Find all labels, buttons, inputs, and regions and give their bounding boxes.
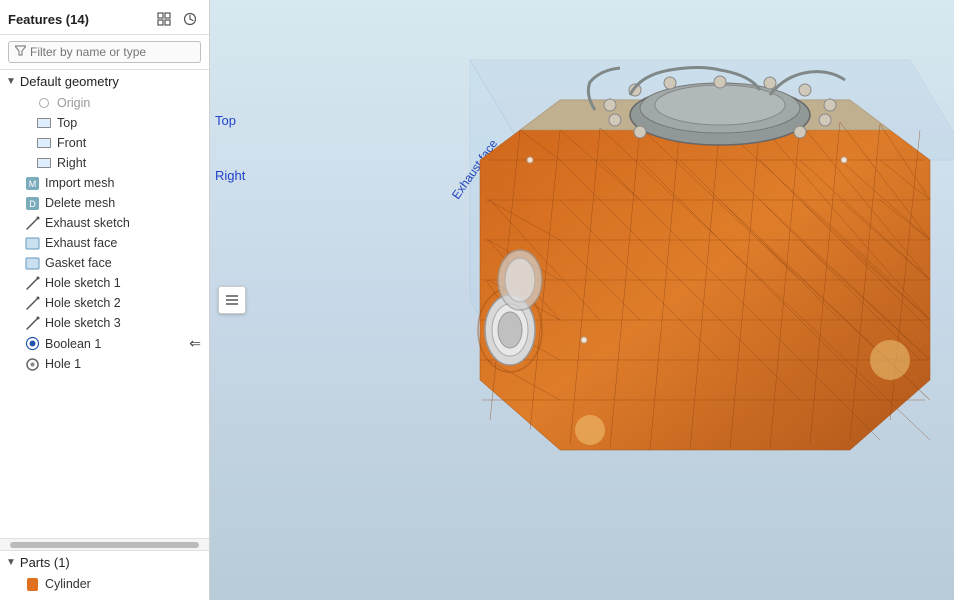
front-label: Front — [57, 136, 86, 150]
hole-sketch-3-icon — [24, 315, 40, 331]
exhaust-face-icon — [24, 235, 40, 251]
import-mesh-icon: M — [24, 175, 40, 191]
parts-label: Parts (1) — [20, 555, 70, 570]
tree-item-gasket-face[interactable]: Gasket face — [0, 253, 209, 273]
layout-icon — [157, 12, 171, 26]
svg-text:M: M — [28, 179, 36, 189]
plane-right-icon — [36, 155, 52, 171]
hole-1-label: Hole 1 — [45, 357, 81, 371]
hole-sketch-2-label: Hole sketch 2 — [45, 296, 121, 310]
cylinder-label: Cylinder — [45, 577, 91, 591]
tree-item-exhaust-sketch[interactable]: Exhaust sketch — [0, 213, 209, 233]
panel-header: Features (14) — [0, 0, 209, 35]
panel-icons — [153, 8, 201, 30]
funnel-icon — [15, 45, 26, 56]
tree-item-origin[interactable]: Origin — [0, 93, 209, 113]
tree-item-hole-1[interactable]: Hole 1 — [0, 354, 209, 374]
tree-item-hole-sketch-3[interactable]: Hole sketch 3 — [0, 313, 209, 333]
origin-label: Origin — [57, 96, 90, 110]
default-geometry-label: Default geometry — [20, 74, 119, 89]
filter-row — [0, 35, 209, 70]
tree-item-cylinder[interactable]: Cylinder — [0, 574, 209, 594]
layout-icon-button[interactable] — [153, 8, 175, 30]
clock-icon — [183, 12, 197, 26]
chevron-icon: ▼ — [6, 76, 16, 87]
boolean-1-icon — [24, 336, 40, 352]
hole-1-icon — [24, 356, 40, 372]
gasket-face-icon — [24, 255, 40, 271]
origin-icon — [36, 95, 52, 111]
gasket-face-label: Gasket face — [45, 256, 112, 270]
hole-sketch-3-label: Hole sketch 3 — [45, 316, 121, 330]
hole-sketch-2-icon — [24, 295, 40, 311]
delete-mesh-icon: D — [24, 195, 40, 211]
scrollbar-thumb[interactable] — [10, 542, 199, 548]
parts-chevron-icon: ▼ — [6, 557, 16, 568]
search-input[interactable] — [30, 45, 194, 59]
svg-text:D: D — [29, 199, 36, 209]
exhaust-sketch-label: Exhaust sketch — [45, 216, 130, 230]
filter-icon — [15, 45, 26, 59]
parts-section: ▼ Parts (1) Cylinder — [0, 550, 209, 600]
3d-viewport-svg: Exhaust face — [210, 0, 954, 600]
hole-sketch-1-icon — [24, 275, 40, 291]
boolean-1-label: Boolean 1 — [45, 337, 101, 351]
exhaust-face-label: Exhaust face — [45, 236, 117, 250]
parts-section-header[interactable]: ▼ Parts (1) — [0, 551, 209, 574]
right-view-label: Right — [215, 168, 246, 183]
import-mesh-label: Import mesh — [45, 176, 114, 190]
features-list: ▼ Default geometry Origin Top Front — [0, 70, 209, 538]
cylinder-icon — [24, 576, 40, 592]
boolean-arrow-icon: ⇐ — [189, 335, 201, 352]
history-icon-button[interactable] — [179, 8, 201, 30]
tree-item-exhaust-face[interactable]: Exhaust face — [0, 233, 209, 253]
right-label: Right — [57, 156, 86, 170]
top-label: Top — [57, 116, 77, 130]
default-geometry-section[interactable]: ▼ Default geometry — [0, 70, 209, 93]
tree-item-hole-sketch-2[interactable]: Hole sketch 2 — [0, 293, 209, 313]
exhaust-sketch-icon — [24, 215, 40, 231]
filter-input-wrapper — [8, 41, 201, 63]
plane-front-icon — [36, 135, 52, 151]
viewport: Exhaust face — [210, 0, 954, 600]
tree-item-boolean-1[interactable]: Boolean 1 ⇐ — [0, 333, 209, 354]
tree-item-top[interactable]: Top — [0, 113, 209, 133]
hole-sketch-1-label: Hole sketch 1 — [45, 276, 121, 290]
left-panel: Features (14) — [0, 0, 210, 600]
tree-item-front[interactable]: Front — [0, 133, 209, 153]
panel-title: Features (14) — [8, 12, 89, 27]
horizontal-scrollbar[interactable] — [0, 538, 209, 550]
plane-top-icon — [36, 115, 52, 131]
tree-item-hole-sketch-1[interactable]: Hole sketch 1 — [0, 273, 209, 293]
tree-item-delete-mesh[interactable]: D Delete mesh — [0, 193, 209, 213]
tree-item-right[interactable]: Right — [0, 153, 209, 173]
delete-mesh-label: Delete mesh — [45, 196, 115, 210]
tree-item-import-mesh[interactable]: M Import mesh — [0, 173, 209, 193]
top-view-label: Top — [215, 113, 236, 128]
